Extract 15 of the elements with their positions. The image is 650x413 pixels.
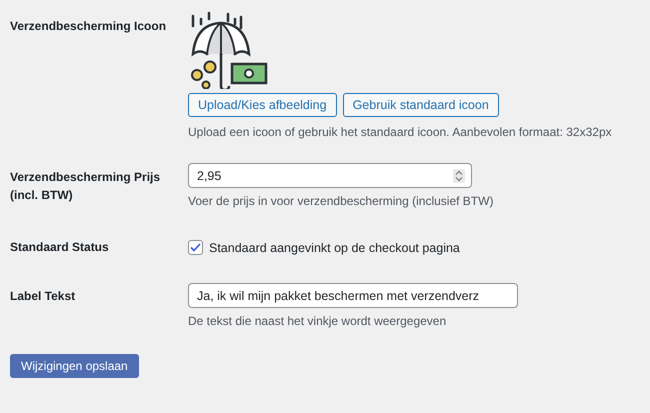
setting-label: Verzendbescherming Icoon: [10, 18, 168, 35]
field-description: Voer de prijs in voor verzendbescherming (inclusief BTW): [188, 194, 494, 208]
image-button[interactable]: Upload/Kies afbeelding: [188, 93, 337, 117]
save-button[interactable]: Wijzigingen opslaan: [10, 354, 139, 378]
field-description: Upload een icoon of gebruik het standaard icoon. Aanbevolen formaat: 32x32px: [188, 125, 612, 139]
checkbox-label: Standaard aangevinkt op de checkout pagina: [209, 240, 460, 254]
spinner-icon: [453, 168, 465, 182]
setting-label: Label Tekst: [10, 288, 76, 305]
checkbox[interactable]: [188, 240, 203, 255]
price-input[interactable]: 2,95: [188, 163, 472, 188]
field-description: De tekst die naast het vinkje wordt weergegeven: [188, 314, 446, 328]
image-button[interactable]: Gebruik standaard icoon: [342, 93, 499, 117]
setting-label: Standaard Status: [10, 239, 110, 256]
setting-label: Verzendbescherming Prijs (incl. BTW): [10, 169, 162, 204]
label-text-input[interactable]: Ja, ik wil mijn pakket beschermen met verzendverz: [188, 283, 518, 308]
